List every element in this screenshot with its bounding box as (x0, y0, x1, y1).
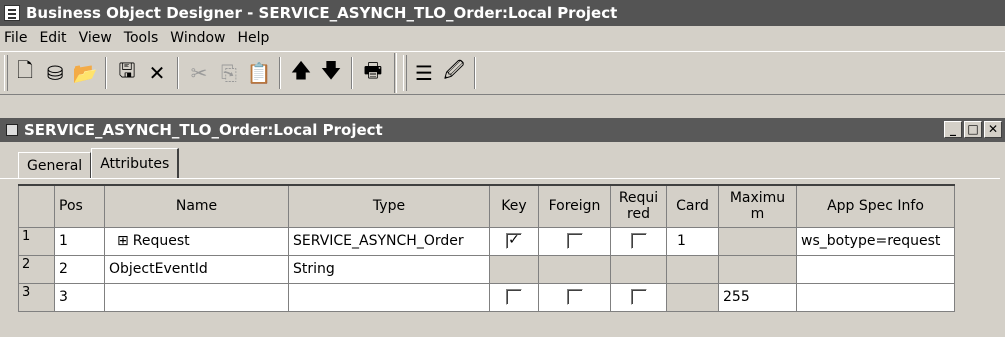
child-window-title: SERVICE_ASYNCH_TLO_Order:Local Project (24, 121, 383, 139)
tab-general[interactable]: General (18, 152, 92, 178)
move-up-icon[interactable]: 🡅 (287, 58, 315, 88)
menu-window[interactable]: Window (166, 30, 233, 46)
required-cell[interactable] (610, 282, 667, 312)
name-cell[interactable]: ⊞ Request (104, 226, 289, 256)
table-row[interactable]: 1 1 ⊞ Request SERVICE_ASYNCH_Order ✓ 1 ws_botyp… (18, 226, 955, 256)
child-window-title-bar: SERVICE_ASYNCH_TLO_Order:Local Project _… (0, 118, 1005, 142)
col-type-header[interactable]: Type (288, 184, 490, 228)
card-cell[interactable] (666, 254, 719, 284)
app-icon (4, 5, 20, 21)
toolbar-separator (279, 57, 281, 89)
required-checkbox[interactable] (630, 289, 647, 305)
pos-cell[interactable]: 1 (54, 226, 105, 256)
delete-icon[interactable]: ✕ (143, 58, 171, 88)
col-maximum-header[interactable]: Maximu m (718, 184, 797, 228)
name-cell[interactable]: ObjectEventId (104, 254, 289, 284)
type-cell[interactable] (288, 282, 490, 312)
col-name-header[interactable]: Name (104, 184, 289, 228)
toolbar-separator (474, 57, 476, 89)
maximum-cell[interactable] (718, 226, 797, 256)
col-foreign-header[interactable]: Foreign (538, 184, 611, 228)
foreign-checkbox[interactable] (566, 289, 583, 305)
name-text: ObjectEventId (109, 261, 208, 277)
menu-bar: File Edit View Tools Window Help (0, 26, 1005, 50)
foreign-cell (538, 254, 611, 284)
corner-header (18, 184, 55, 228)
toolbar-separator (105, 57, 107, 89)
menu-file[interactable]: File (0, 30, 35, 46)
foreign-checkbox[interactable] (566, 233, 583, 249)
key-cell[interactable] (489, 282, 539, 312)
table-row[interactable]: 3 3 255 (18, 282, 955, 312)
col-card-header[interactable]: Card (666, 184, 719, 228)
pos-cell[interactable]: 2 (54, 254, 105, 284)
toolbar-grip[interactable] (403, 55, 407, 91)
new-icon[interactable]: 🗋 (11, 58, 39, 88)
name-cell[interactable] (104, 282, 289, 312)
menu-tools[interactable]: Tools (120, 30, 167, 46)
name-text: Request (132, 233, 190, 249)
toolbar: 🗋 ⛁ 📂 🖫 ✕ ✂ ⎘ 📋 🡅 🡇 🖶 ☰ 🖉 (0, 51, 1005, 95)
row-number[interactable]: 1 (18, 226, 55, 256)
attach-icon[interactable]: 🖉 (440, 58, 468, 88)
menu-edit[interactable]: Edit (35, 30, 74, 46)
close-button[interactable]: ✕ (984, 121, 1002, 138)
window-title: Business Object Designer - SERVICE_ASYNC… (26, 4, 618, 22)
title-bar: Business Object Designer - SERVICE_ASYNC… (0, 0, 1005, 26)
foreign-cell[interactable] (538, 282, 611, 312)
child-window-icon (6, 124, 18, 136)
maximize-button[interactable]: □ (964, 121, 982, 138)
maximum-cell[interactable] (718, 254, 797, 284)
card-cell[interactable] (666, 282, 719, 312)
card-cell[interactable]: 1 (666, 226, 719, 256)
tab-strip: General Attributes (18, 148, 180, 178)
print-icon[interactable]: 🖶 (359, 58, 387, 88)
copy-icon[interactable]: ⎘ (215, 58, 243, 88)
col-pos-header[interactable]: Pos (54, 184, 105, 228)
required-cell[interactable] (610, 226, 667, 256)
toolbar-separator (351, 57, 353, 89)
expand-icon[interactable]: ⊞ (117, 233, 129, 249)
row-number[interactable]: 2 (18, 254, 55, 284)
required-checkbox[interactable] (630, 233, 647, 249)
cut-icon[interactable]: ✂ (185, 58, 213, 88)
app-spec-info-cell[interactable] (796, 254, 955, 284)
paste-icon[interactable]: 📋 (245, 58, 273, 88)
key-checkbox[interactable]: ✓ (506, 233, 522, 249)
key-cell[interactable]: ✓ (489, 226, 539, 256)
pos-cell[interactable]: 3 (54, 282, 105, 312)
open-folder-icon[interactable]: 📂 (71, 58, 99, 88)
attributes-table: Pos Name Type Key Foreign Requi red Card… (18, 184, 955, 312)
open-database-icon[interactable]: ⛁ (41, 58, 69, 88)
header-row: Pos Name Type Key Foreign Requi red Card… (18, 184, 955, 228)
tab-attributes[interactable]: Attributes (91, 148, 180, 178)
required-cell (610, 254, 667, 284)
save-icon[interactable]: 🖫 (113, 58, 141, 88)
row-number[interactable]: 3 (18, 282, 55, 312)
toolbar-group-divider (394, 53, 397, 93)
toolbar-separator (177, 57, 179, 89)
foreign-cell[interactable] (538, 226, 611, 256)
properties-icon[interactable]: ☰ (410, 58, 438, 88)
toolbar-grip[interactable] (4, 55, 8, 91)
col-key-header[interactable]: Key (489, 184, 539, 228)
maximum-cell[interactable]: 255 (718, 282, 797, 312)
key-checkbox[interactable] (506, 289, 522, 305)
app-spec-info-cell[interactable]: ws_botype=request (796, 226, 955, 256)
type-cell[interactable]: String (288, 254, 490, 284)
menu-help[interactable]: Help (234, 30, 278, 46)
app-spec-info-cell[interactable] (796, 282, 955, 312)
col-app-spec-info-header[interactable]: App Spec Info (796, 184, 955, 228)
table-row[interactable]: 2 2 ObjectEventId String (18, 254, 955, 284)
type-cell[interactable]: SERVICE_ASYNCH_Order (288, 226, 490, 256)
minimize-button[interactable]: _ (944, 121, 962, 138)
col-required-header[interactable]: Requi red (610, 184, 667, 228)
menu-view[interactable]: View (75, 30, 120, 46)
move-down-icon[interactable]: 🡇 (317, 58, 345, 88)
key-cell (489, 254, 539, 284)
attributes-panel: Pos Name Type Key Foreign Requi red Card… (0, 178, 1000, 337)
